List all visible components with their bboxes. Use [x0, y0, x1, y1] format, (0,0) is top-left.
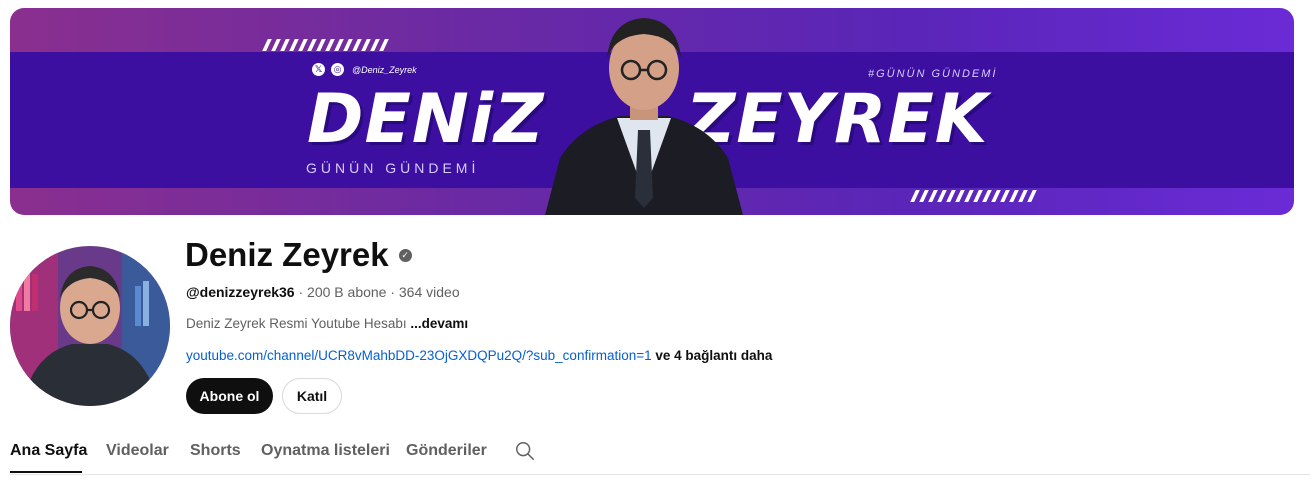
channel-name: Deniz Zeyrek [185, 236, 389, 273]
search-icon[interactable] [514, 440, 536, 462]
channel-avatar[interactable] [10, 246, 170, 406]
channel-handle: @denizzeyrek36 [186, 284, 295, 300]
description-more-link[interactable]: ...devamı [410, 316, 468, 331]
avatar-image [10, 246, 170, 406]
tab-home[interactable]: Ana Sayfa [10, 442, 87, 460]
banner-hashtag: #GÜNÜN GÜNDEMİ [868, 68, 998, 80]
tab-videos[interactable]: Videolar [106, 442, 169, 460]
channel-tabs: Ana Sayfa Videolar Shorts Oynatma listel… [10, 430, 1310, 475]
banner-person-image [545, 18, 743, 215]
more-links-link[interactable]: ve 4 bağlantı daha [652, 348, 772, 363]
channel-description[interactable]: Deniz Zeyrek Resmi Youtube Hesabı ...dev… [186, 316, 468, 331]
active-tab-underline [10, 471, 82, 473]
tab-shorts[interactable]: Shorts [190, 442, 241, 460]
verified-icon: ✓ [398, 248, 412, 262]
x-icon: 𝕏 [312, 63, 325, 76]
description-text: Deniz Zeyrek Resmi Youtube Hesabı [186, 316, 411, 331]
banner-social-handle: @Deniz_Zeyrek [352, 64, 417, 75]
channel-name-row: Deniz Zeyrek ✓ [185, 236, 412, 274]
channel-link[interactable]: youtube.com/channel/UCR8vMahbDD-23OjGXDQ… [186, 348, 652, 363]
tab-playlists[interactable]: Oynatma listeleri [261, 442, 390, 460]
channel-stats: · 200 B abone · 364 video [294, 284, 460, 300]
banner-social: 𝕏 ◎ @Deniz_Zeyrek [312, 63, 417, 76]
instagram-icon: ◎ [331, 63, 344, 76]
banner-first-name: DENiZ [307, 80, 545, 159]
subscribe-button[interactable]: Abone ol [186, 378, 273, 414]
channel-banner: 𝕏 ◎ @Deniz_Zeyrek DENiZ ZEYREK GÜNÜN GÜN… [10, 8, 1294, 215]
banner-hatch-decoration [910, 189, 1043, 202]
tab-posts[interactable]: Gönderiler [406, 442, 487, 460]
banner-hatch-decoration [262, 38, 395, 51]
join-button[interactable]: Katıl [282, 378, 342, 414]
channel-links: youtube.com/channel/UCR8vMahbDD-23OjGXDQ… [186, 348, 772, 363]
banner-subtitle: GÜNÜN GÜNDEMİ [306, 160, 480, 176]
channel-meta: @denizzeyrek36 · 200 B abone · 364 video [186, 284, 460, 300]
